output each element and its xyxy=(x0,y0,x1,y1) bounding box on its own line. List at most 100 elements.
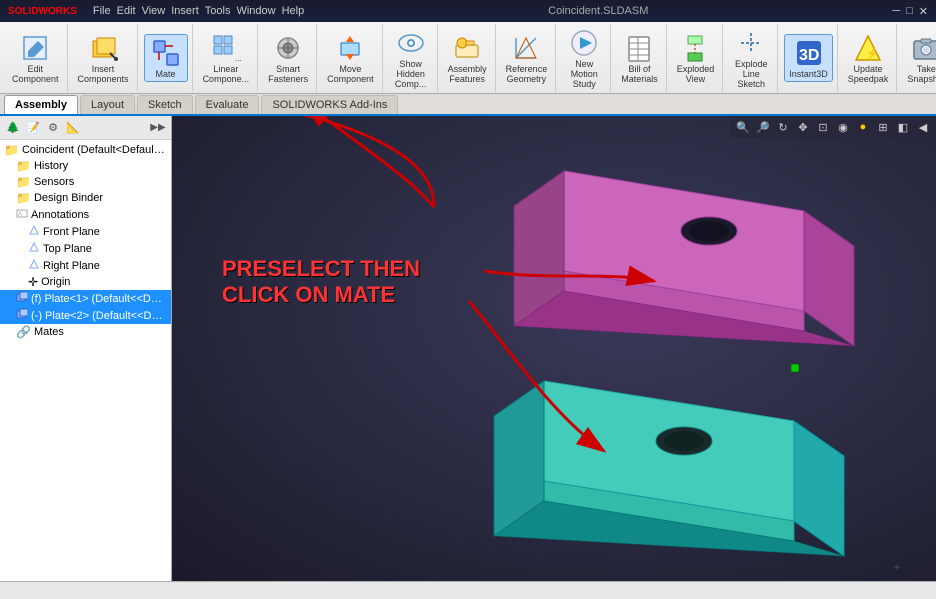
menu-insert[interactable]: Insert xyxy=(171,5,199,17)
move-component-button[interactable]: MoveComponent xyxy=(323,30,378,86)
ribbon-group-insert: InsertComponents xyxy=(70,24,138,92)
take-snapshot-button[interactable]: TakeSnapshot xyxy=(903,30,936,86)
minimize-button[interactable]: ─ xyxy=(892,5,900,18)
update-speedpak-label: UpdateSpeedpak xyxy=(848,64,889,84)
instruction-line2: CLICK ON MATE xyxy=(222,282,420,308)
linear-component-button[interactable]: ... LinearCompone... xyxy=(199,30,254,86)
maximize-button[interactable]: □ xyxy=(906,5,913,18)
edit-component-icon xyxy=(19,32,51,64)
explode-line-sketch-button[interactable]: ExplodeLineSketch xyxy=(729,25,773,91)
tree-item-right-plane[interactable]: Right Plane xyxy=(0,257,171,274)
instant3d-button[interactable]: 3D Instant3D xyxy=(784,34,833,82)
plate1-label: (f) Plate<1> (Default<<Defa... xyxy=(31,293,167,305)
update-speedpak-button[interactable]: ⚡ UpdateSpeedpak xyxy=(844,30,893,86)
explode-line-sketch-label: ExplodeLineSketch xyxy=(735,59,768,89)
tree-item-design-binder[interactable]: 📁 Design Binder xyxy=(0,190,171,206)
panel-tool-propertymanager[interactable]: 📝 xyxy=(24,119,42,137)
tree-item-history[interactable]: 📁 History xyxy=(0,158,171,174)
ribbon-group-move: MoveComponent xyxy=(319,24,383,92)
tab-solidworks-addins[interactable]: SOLIDWORKS Add-Ins xyxy=(261,95,398,114)
tab-strip: Assembly Layout Sketch Evaluate SOLIDWOR… xyxy=(0,94,936,116)
svg-text:A: A xyxy=(18,212,22,218)
front-plane-icon xyxy=(28,224,40,239)
tree-root[interactable]: 📁 Coincident (Default<Default_D... xyxy=(0,142,171,158)
ribbon-group-speedpak: ⚡ UpdateSpeedpak xyxy=(840,24,898,92)
update-speedpak-icon: ⚡ xyxy=(852,32,884,64)
menu-view[interactable]: View xyxy=(142,5,166,17)
mate-button[interactable]: Mate xyxy=(144,34,188,82)
history-label: History xyxy=(34,160,68,172)
front-plane-label: Front Plane xyxy=(43,226,100,238)
tree-item-mates[interactable]: 🔗 Mates xyxy=(0,324,171,340)
ribbon-group-exploded: ExplodedView xyxy=(669,24,724,92)
panel-tool-configurationmanager[interactable]: ⚙ xyxy=(44,119,62,137)
menu-edit[interactable]: Edit xyxy=(117,5,136,17)
ribbon-group-linear: ... LinearCompone... xyxy=(195,24,259,92)
tab-layout[interactable]: Layout xyxy=(80,95,135,114)
tree-item-front-plane[interactable]: Front Plane xyxy=(0,223,171,240)
take-snapshot-label: TakeSnapshot xyxy=(907,64,936,84)
tree-item-origin[interactable]: ✛ Origin xyxy=(0,274,171,290)
mates-icon: 🔗 xyxy=(16,325,31,339)
reference-geometry-label: ReferenceGeometry xyxy=(506,64,548,84)
smart-fasteners-button[interactable]: SmartFasteners xyxy=(264,30,312,86)
smart-fasteners-icon xyxy=(272,32,304,64)
new-motion-study-icon xyxy=(568,27,600,59)
menu-tools[interactable]: Tools xyxy=(205,5,231,17)
menu-file[interactable]: File xyxy=(93,5,111,17)
tree-item-annotations[interactable]: A Annotations xyxy=(0,206,171,223)
assembly-features-icon xyxy=(451,32,483,64)
reference-geometry-icon xyxy=(510,32,542,64)
bill-of-materials-button[interactable]: Bill ofMaterials xyxy=(617,30,662,86)
ribbon-group-explode-line: ExplodeLineSketch xyxy=(725,24,778,92)
new-motion-study-button[interactable]: NewMotionStudy xyxy=(562,25,606,91)
reference-geometry-button[interactable]: ReferenceGeometry xyxy=(502,30,552,86)
plate2-label: (-) Plate<2> (Default<<Def... xyxy=(31,310,167,322)
ribbon-group-show-hidden: ShowHiddenComp... xyxy=(385,24,438,92)
edit-component-label: EditComponent xyxy=(12,64,59,84)
tree-item-plate2[interactable]: (-) Plate<2> (Default<<Def... xyxy=(0,307,171,324)
history-icon: 📁 xyxy=(16,159,31,173)
insert-components-icon xyxy=(87,32,119,64)
tab-assembly[interactable]: Assembly xyxy=(4,95,78,114)
assembly-features-button[interactable]: AssemblyFeatures xyxy=(444,30,491,86)
main-area: 🌲 📝 ⚙ 📐 ▶▶ 📁 Coincident (Default<Default… xyxy=(0,116,936,581)
sensors-label: Sensors xyxy=(34,176,74,188)
menu-help[interactable]: Help xyxy=(282,5,305,17)
tree-item-sensors[interactable]: 📁 Sensors xyxy=(0,174,171,190)
linear-component-icon: ... xyxy=(210,32,242,64)
insert-components-button[interactable]: InsertComponents xyxy=(74,30,133,86)
plate1-icon xyxy=(16,291,28,306)
new-motion-study-label: NewMotionStudy xyxy=(571,59,598,89)
move-component-icon xyxy=(334,32,366,64)
edit-component-button[interactable]: EditComponent xyxy=(8,30,63,86)
menu-window[interactable]: Window xyxy=(236,5,275,17)
right-plane-icon xyxy=(28,258,40,273)
panel-expand-button[interactable]: ▶▶ xyxy=(149,119,167,137)
show-hidden-button[interactable]: ShowHiddenComp... xyxy=(389,25,433,91)
assembly-3d-view: + xyxy=(172,116,936,581)
panel-tool-featuretree[interactable]: 🌲 xyxy=(4,119,22,137)
tree-item-plate1[interactable]: (f) Plate<1> (Default<<Defa... xyxy=(0,290,171,307)
show-hidden-label: ShowHiddenComp... xyxy=(395,59,427,89)
plate1-3d[interactable] xyxy=(514,171,854,346)
explode-line-sketch-icon xyxy=(735,27,767,59)
cursor-indicator xyxy=(791,364,799,372)
plate2-3d[interactable] xyxy=(494,381,844,556)
tab-evaluate[interactable]: Evaluate xyxy=(195,95,260,114)
solidworks-logo: SOLIDWORKS xyxy=(8,6,77,17)
close-button[interactable]: ✕ xyxy=(919,5,928,18)
panel-toolbar: 🌲 📝 ⚙ 📐 ▶▶ xyxy=(0,116,171,140)
tree-root-label: Coincident (Default<Default_D... xyxy=(22,144,167,156)
ribbon-group-ref-geom: ReferenceGeometry xyxy=(498,24,557,92)
ribbon-toolbar: EditComponent InsertComponents xyxy=(0,22,936,94)
tree-root-icon: 📁 xyxy=(4,143,19,157)
insert-components-label: InsertComponents xyxy=(78,64,129,84)
sensors-icon: 📁 xyxy=(16,175,31,189)
exploded-view-button[interactable]: ExplodedView xyxy=(673,30,719,86)
tree-item-top-plane[interactable]: Top Plane xyxy=(0,240,171,257)
viewport[interactable]: 🔍 🔎 ↻ ✥ ⊡ ◉ ● ⊞ ◧ ◀ xyxy=(172,116,936,581)
right-plane-label: Right Plane xyxy=(43,260,100,272)
tab-sketch[interactable]: Sketch xyxy=(137,95,193,114)
panel-tool-dimxpertmanager[interactable]: 📐 xyxy=(64,119,82,137)
